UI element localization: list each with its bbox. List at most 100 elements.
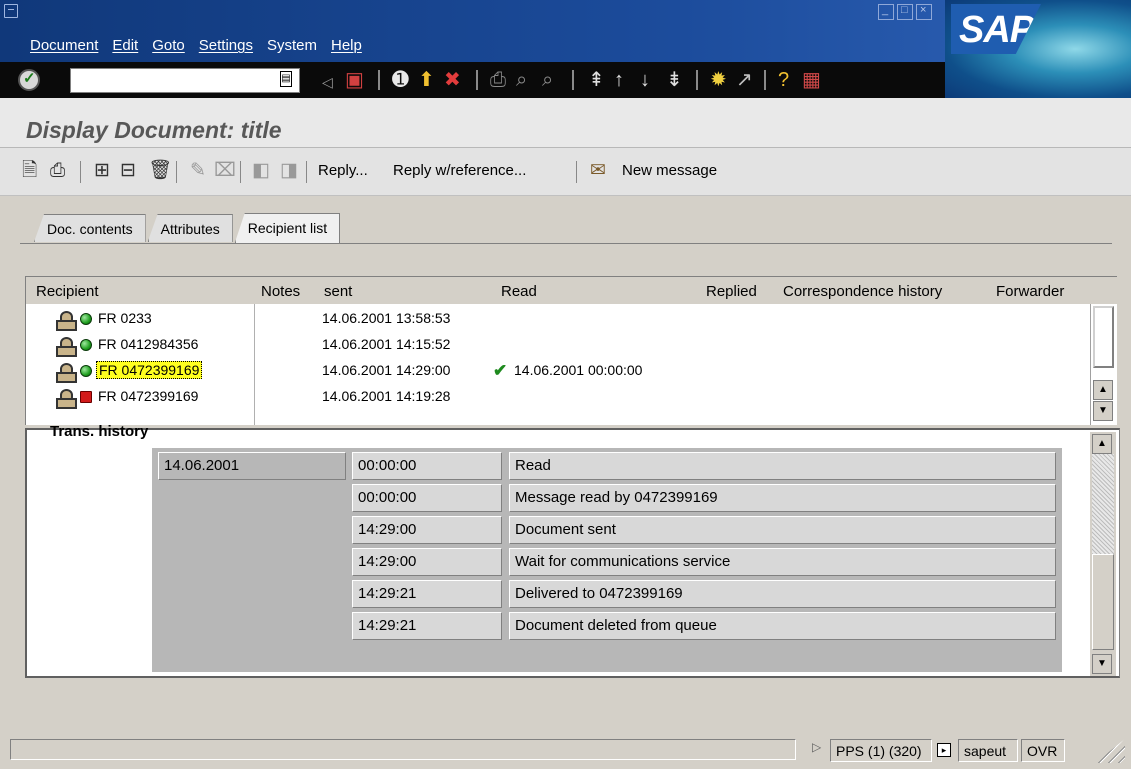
command-field[interactable] xyxy=(70,68,300,93)
scrollbar-thumb[interactable] xyxy=(1093,306,1114,368)
column-notes[interactable]: Notes xyxy=(261,283,300,300)
table-row[interactable]: FR 0412984356 14.06.2001 14:15:52 xyxy=(26,334,1091,357)
exit-icon[interactable]: ⬆ xyxy=(418,68,435,92)
scroll-down-button[interactable]: ▼ xyxy=(1093,401,1113,421)
save-icon[interactable]: ▣ xyxy=(345,68,364,92)
last-page-icon[interactable]: ⇟ xyxy=(666,68,683,92)
minimize-button[interactable]: _ xyxy=(878,4,894,20)
structure-icon[interactable]: ⊟ xyxy=(120,160,136,182)
table-row-selected[interactable]: FR 0472399169 14.06.2001 14:29:00 ✔ 14.0… xyxy=(26,360,1091,383)
recipient-name[interactable]: FR 0472399169 xyxy=(98,388,198,404)
new-message-icon[interactable]: ✉ xyxy=(590,160,606,182)
shortcut-icon[interactable]: ↗ xyxy=(736,68,753,92)
toolbar-separator xyxy=(476,70,478,90)
close-window-button[interactable]: × xyxy=(916,4,932,20)
column-sent[interactable]: sent xyxy=(324,283,352,300)
column-read[interactable]: Read xyxy=(501,283,537,300)
enter-icon[interactable] xyxy=(18,69,40,91)
folder-tree-icon[interactable]: ⊞ xyxy=(94,160,110,182)
scroll-down-button[interactable]: ▼ xyxy=(1092,654,1112,674)
menu-edit[interactable]: Edit xyxy=(112,37,138,54)
toolbar-separator xyxy=(80,161,81,183)
page-title: Display Document: title xyxy=(26,117,282,143)
menu-document[interactable]: Document xyxy=(30,37,98,54)
toolbar-separator xyxy=(306,161,307,183)
window-controls: _ □ × xyxy=(878,4,932,20)
read-timestamp: 14.06.2001 00:00:00 xyxy=(514,362,643,378)
history-time: 14:29:21 xyxy=(352,612,502,640)
reply-button[interactable]: Reply... xyxy=(318,162,368,179)
layout-menu-icon[interactable]: ▦ xyxy=(802,68,821,92)
scroll-up-button[interactable]: ▲ xyxy=(1092,434,1112,454)
menu-settings[interactable]: Settings xyxy=(199,37,253,54)
sent-timestamp: 14.06.2001 14:19:28 xyxy=(322,388,451,404)
previous-document-icon[interactable]: ◧ xyxy=(252,160,270,182)
column-replied[interactable]: Replied xyxy=(706,283,757,300)
sent-timestamp: 14.06.2001 14:15:52 xyxy=(322,336,451,352)
next-document-icon[interactable]: ◨ xyxy=(280,160,298,182)
column-forwarder[interactable]: Forwarder xyxy=(996,283,1064,300)
table-row[interactable]: FR 0472399169 14.06.2001 14:19:28 xyxy=(26,386,1091,409)
tab-doc-contents[interactable]: Doc. contents xyxy=(34,214,146,242)
toolbar-separator xyxy=(576,161,577,183)
menu-system[interactable]: System xyxy=(267,37,317,54)
history-time: 14:29:21 xyxy=(352,580,502,608)
transmission-history-panel: Trans. history 14.06.2001 00:00:00 Read … xyxy=(25,423,1120,678)
maximize-button[interactable]: □ xyxy=(897,4,913,20)
recipient-name[interactable]: FR 0412984356 xyxy=(98,336,198,352)
system-info: PPS (1) (320) xyxy=(830,739,932,762)
print-document-icon[interactable]: ⎙ xyxy=(50,160,65,182)
delete-icon[interactable]: 🗑 xyxy=(148,160,172,182)
column-correspondence-history[interactable]: Correspondence history xyxy=(783,283,942,300)
find-icon[interactable]: ⌕ xyxy=(516,68,527,92)
edit-pencil-icon[interactable]: ✎ xyxy=(190,160,206,182)
history-scrollbar[interactable]: ▲ ▼ xyxy=(1090,432,1116,676)
tab-recipient-list[interactable]: Recipient list xyxy=(234,213,341,243)
person-icon xyxy=(56,337,77,357)
cancel-icon[interactable]: ✖ xyxy=(444,68,461,92)
history-event: Document deleted from queue xyxy=(509,612,1056,640)
print-icon[interactable]: ⎙ xyxy=(490,68,506,92)
toolbar-separator xyxy=(572,70,574,90)
sap-logo: SAP xyxy=(951,4,1041,54)
system-info-list-icon[interactable]: ▸ xyxy=(937,743,951,757)
recipient-name[interactable]: FR 0472399169 xyxy=(96,361,203,379)
person-icon xyxy=(56,389,77,409)
new-message-button[interactable]: New message xyxy=(622,162,717,179)
toolbar-separator xyxy=(764,70,766,90)
sent-timestamp: 14.06.2001 14:29:00 xyxy=(322,362,451,378)
tab-baseline xyxy=(20,243,1112,244)
toolbar-separator xyxy=(378,70,380,90)
create-session-icon[interactable]: ✹ xyxy=(710,68,727,92)
back-icon[interactable]: ➊ xyxy=(392,68,409,92)
reply-with-reference-button[interactable]: Reply w/reference... xyxy=(393,162,526,179)
find-next-icon[interactable]: ⌕ xyxy=(542,68,553,92)
history-event: Delivered to 0472399169 xyxy=(509,580,1056,608)
history-title: Trans. history xyxy=(50,423,149,440)
tab-attributes[interactable]: Attributes xyxy=(147,214,233,242)
recipient-scrollbar[interactable]: ▲ ▼ xyxy=(1090,304,1117,425)
system-menu-icon[interactable] xyxy=(4,4,18,18)
history-time: 14:29:00 xyxy=(352,548,502,576)
command-history-icon[interactable]: ▤ xyxy=(280,71,292,87)
first-page-icon[interactable]: ⇞ xyxy=(588,68,605,92)
scrollbar-track[interactable] xyxy=(1092,454,1114,554)
insert-mode: OVR xyxy=(1021,739,1065,762)
table-row[interactable]: FR 0233 14.06.2001 13:58:53 xyxy=(26,308,1091,331)
scrollbar-thumb[interactable] xyxy=(1092,554,1114,650)
resubmit-icon[interactable]: ⌧ xyxy=(214,160,236,182)
menu-goto[interactable]: Goto xyxy=(152,37,185,54)
next-page-icon[interactable]: ↓ xyxy=(640,68,650,92)
recipient-name[interactable]: FR 0233 xyxy=(98,310,152,326)
resize-grip[interactable] xyxy=(1095,739,1125,763)
previous-page-icon[interactable]: ↑ xyxy=(614,68,624,92)
help-icon[interactable]: ? xyxy=(778,68,789,92)
display-document-icon[interactable]: 🗎 xyxy=(22,160,37,182)
status-green-icon xyxy=(80,339,92,351)
history-grid: 14.06.2001 00:00:00 Read 00:00:00 Messag… xyxy=(152,448,1062,672)
status-expand-icon[interactable]: ▷ xyxy=(812,740,821,754)
back-arrow-icon[interactable]: ◁ xyxy=(322,70,333,94)
menu-help[interactable]: Help xyxy=(331,37,362,54)
column-recipient[interactable]: Recipient xyxy=(36,283,99,300)
scroll-up-button[interactable]: ▲ xyxy=(1093,380,1113,400)
